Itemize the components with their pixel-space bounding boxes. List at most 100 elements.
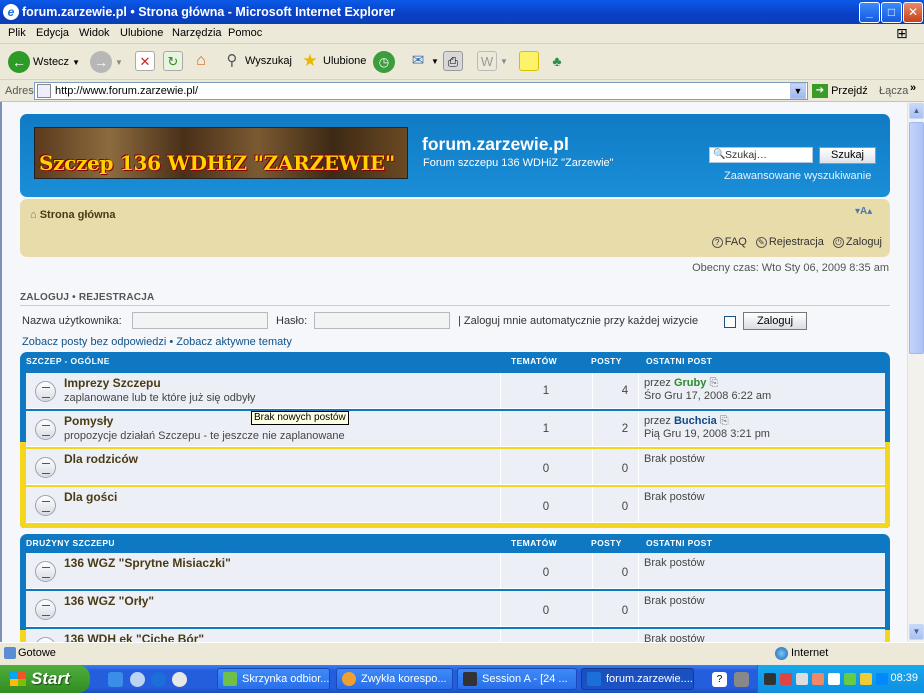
tray-ve-icon[interactable] <box>876 673 888 685</box>
stop-button[interactable]: ✕ <box>135 51 155 75</box>
menu-edycja[interactable]: Edycja <box>36 27 69 39</box>
forum-row[interactable]: Pomysły propozycje działań Szczepu - te … <box>26 411 885 447</box>
tray-arrow-icon[interactable] <box>734 672 749 687</box>
forum-title[interactable]: Dla gości <box>64 490 117 504</box>
forum-row[interactable]: 136 WDH ek "Ciche Bór" Brak postów <box>26 629 885 642</box>
tray-app-icon[interactable] <box>812 673 824 685</box>
search-submit-button[interactable]: Szukaj <box>819 147 876 164</box>
login-link[interactable]: Zaloguj <box>846 236 882 248</box>
internet-zone-icon <box>775 647 788 660</box>
tray-volume-icon[interactable] <box>796 673 808 685</box>
close-button[interactable]: ✕ <box>903 2 923 23</box>
menu-widok[interactable]: Widok <box>79 27 110 39</box>
last-post-author[interactable]: Gruby <box>674 377 706 389</box>
quick-links[interactable]: Zobacz posty bez odpowiedzi • Zobacz akt… <box>22 336 292 348</box>
advanced-search-link[interactable]: Zaawansowane wyszukiwanie <box>724 170 871 182</box>
menu-narzedzia[interactable]: Narzędzia <box>172 27 222 39</box>
favorites-button[interactable]: ★ Ulubione <box>300 51 366 75</box>
search-box[interactable]: 🔍 <box>709 147 813 163</box>
menu-ulubione[interactable]: Ulubione <box>120 27 163 39</box>
last-post-none: Brak postów <box>644 557 705 569</box>
vertical-scrollbar[interactable]: ▲ ▼ <box>907 102 924 642</box>
view-latest-post-icon[interactable]: ⎘ <box>720 415 729 427</box>
tray-update-icon[interactable] <box>844 673 856 685</box>
menu-plik[interactable]: Plik <box>8 27 26 39</box>
back-button[interactable]: ← Wstecz ▼ <box>8 51 80 75</box>
edit-button[interactable]: W ▼ <box>477 51 508 75</box>
print-button[interactable]: ⎙ <box>443 51 463 75</box>
start-button[interactable]: Start <box>0 665 90 693</box>
discuss-button[interactable] <box>519 51 539 75</box>
quicklaunch-outlook-icon[interactable] <box>108 672 123 687</box>
minimize-button[interactable]: _ <box>859 2 880 23</box>
task-button-letter[interactable]: Zwykła korespo... <box>336 668 453 690</box>
forum-title[interactable]: Dla rodziców <box>64 452 138 466</box>
posts-count: 0 <box>621 463 629 475</box>
username-field[interactable] <box>132 312 268 329</box>
go-button[interactable]: ➔ Przejdź <box>812 84 868 98</box>
messenger-button[interactable]: ♣ <box>547 51 567 75</box>
chevron-right-icon[interactable]: » <box>910 82 916 94</box>
forum-row[interactable]: Dla gości 0 0 Brak postów <box>26 487 885 523</box>
tray-antivirus-icon[interactable] <box>780 673 792 685</box>
quicklaunch-desktop-icon[interactable] <box>130 672 145 687</box>
forum-title[interactable]: 136 WGZ "Sprytne Misiaczki" <box>64 556 231 570</box>
search-button[interactable]: ⚲ Wyszukaj <box>222 51 292 75</box>
mail-button[interactable]: ✉ ▼ <box>408 51 439 75</box>
task-button-inbox[interactable]: Skrzynka odbior... <box>217 668 330 690</box>
category-title[interactable]: DRUŻYNY SZCZEPU <box>26 538 115 548</box>
password-field[interactable] <box>314 312 450 329</box>
refresh-button[interactable]: ↻ <box>163 51 183 75</box>
house-icon: ⌂ <box>30 209 37 221</box>
forum-title[interactable]: 136 WGZ "Orły" <box>64 594 154 608</box>
home-link[interactable]: ⌂ Strona główna <box>30 209 116 221</box>
help-icon[interactable]: ? <box>712 672 727 687</box>
forum-row[interactable]: Dla rodziców 0 0 Brak postów <box>26 449 885 485</box>
forum-title[interactable]: Imprezy Szczepu <box>64 376 161 390</box>
quicklaunch-media-icon[interactable] <box>172 672 187 687</box>
column-divider <box>500 553 501 589</box>
tray-network-icon[interactable] <box>764 673 776 685</box>
register-link[interactable]: Rejestracja <box>769 236 824 248</box>
column-divider <box>638 629 639 642</box>
maximize-button[interactable]: □ <box>881 2 902 23</box>
tray-shield-icon[interactable] <box>828 673 840 685</box>
links-label[interactable]: Łącza <box>879 85 908 97</box>
login-button[interactable]: Zaloguj <box>743 312 807 330</box>
menu-pomoc[interactable]: Pomoc <box>228 27 262 39</box>
ie-app-icon <box>587 672 601 686</box>
home-button[interactable]: ⌂ <box>191 51 211 75</box>
forum-row[interactable]: Imprezy Szczepu zaplanowane lub te które… <box>26 373 885 409</box>
address-dropdown[interactable]: ▼ <box>790 83 806 99</box>
quicklaunch-ie-icon[interactable] <box>151 672 166 687</box>
last-post-none: Brak postów <box>644 633 705 642</box>
forum-title[interactable]: Pomysły <box>64 414 113 428</box>
forum-title[interactable]: 136 WDH ek "Ciche Bór" <box>64 632 204 642</box>
window-title-bar[interactable]: e forum.zarzewie.pl • Strona główna - Mi… <box>0 0 924 24</box>
address-input[interactable]: http://www.forum.zarzewie.pl/ <box>34 82 808 100</box>
site-banner-image[interactable]: Szczep 136 WDHiZ "ZARZEWIE" <box>34 127 408 179</box>
history-button[interactable]: ◷ <box>373 51 395 75</box>
category-title[interactable]: SZCZEP - OGÓLNE <box>26 356 110 366</box>
task-button-session[interactable]: Session A - [24 ... <box>457 668 577 690</box>
forum-row[interactable]: 136 WGZ "Sprytne Misiaczki" 0 0 Brak pos… <box>26 553 885 589</box>
posts-count: 2 <box>621 423 629 435</box>
scroll-down-button[interactable]: ▼ <box>909 624 924 640</box>
faq-link[interactable]: FAQ <box>725 236 747 248</box>
forum-row[interactable]: 136 WGZ "Orły" 0 0 Brak postów <box>26 591 885 627</box>
scroll-up-button[interactable]: ▲ <box>909 103 924 119</box>
task-button-forum[interactable]: forum.zarzewie.... <box>581 668 694 690</box>
scroll-thumb[interactable] <box>909 122 924 354</box>
go-arrow-icon: ➔ <box>812 84 828 98</box>
forward-button[interactable]: → ▼ <box>90 51 123 75</box>
remember-checkbox[interactable] <box>724 316 736 328</box>
last-post-author[interactable]: Buchcia <box>674 415 717 427</box>
font-size-toggle[interactable]: ▾A▴ <box>855 206 872 217</box>
last-post-date: Śro Gru 17, 2008 6:22 am <box>644 390 772 402</box>
column-divider <box>592 411 593 447</box>
view-latest-post-icon[interactable]: ⎘ <box>709 377 718 389</box>
tray-v-icon[interactable] <box>860 673 872 685</box>
login-header[interactable]: ZALOGUJ • REJESTRACJA <box>20 292 154 303</box>
column-divider <box>592 373 593 409</box>
search-input[interactable] <box>725 149 811 161</box>
